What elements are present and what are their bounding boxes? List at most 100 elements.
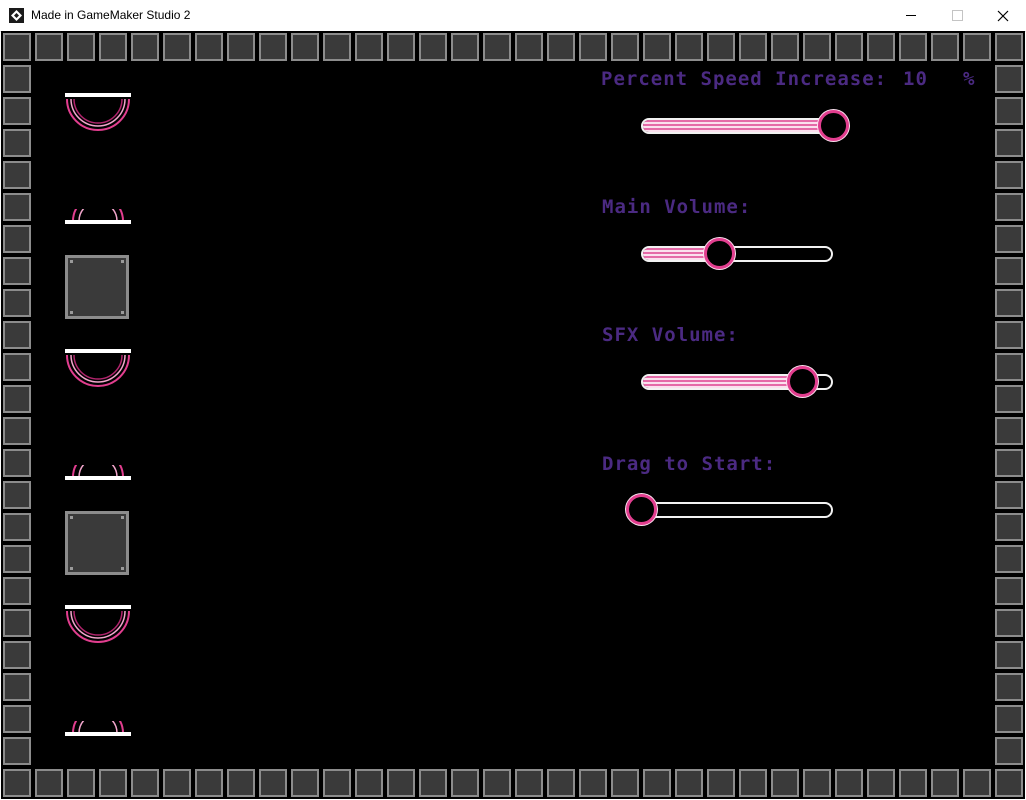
wall-brick xyxy=(259,33,287,61)
game-viewport[interactable]: Percent Speed Increase: 10 % Main Volume… xyxy=(1,31,1025,799)
wall-brick xyxy=(995,449,1023,477)
wall-brick xyxy=(899,769,927,797)
wall-brick xyxy=(3,449,31,477)
speed-slider-track[interactable] xyxy=(641,118,833,134)
play-field[interactable] xyxy=(33,63,993,767)
wall-brick xyxy=(3,129,31,157)
wall-brick xyxy=(771,769,799,797)
wall-brick xyxy=(131,769,159,797)
minimize-icon xyxy=(906,15,916,16)
minimize-button[interactable] xyxy=(888,0,934,31)
wall-brick xyxy=(387,33,415,61)
rivet xyxy=(70,260,73,263)
wall-brick xyxy=(835,769,863,797)
wall-brick xyxy=(483,33,511,61)
wall-brick xyxy=(3,193,31,221)
speed-increase-label: Percent Speed Increase: xyxy=(601,68,888,90)
crate-sprite xyxy=(65,255,129,319)
wall-brick xyxy=(3,225,31,253)
wall-brick xyxy=(707,33,735,61)
drag-to-start-label: Drag to Start: xyxy=(602,453,777,475)
sfx-volume-slider-fill xyxy=(643,376,801,388)
wall-brick xyxy=(675,769,703,797)
wall-brick xyxy=(323,33,351,61)
main-volume-slider-knob[interactable] xyxy=(704,238,736,269)
wall-brick xyxy=(3,769,31,797)
wall-brick xyxy=(867,33,895,61)
wall-brick xyxy=(995,33,1023,61)
start-slider-knob[interactable] xyxy=(625,494,657,525)
rivet xyxy=(121,567,124,570)
wall-brick xyxy=(995,673,1023,701)
window-title: Made in GameMaker Studio 2 xyxy=(31,8,191,22)
wall-brick xyxy=(3,353,31,381)
wall-brick xyxy=(867,769,895,797)
maximize-button[interactable] xyxy=(934,0,980,31)
wall-brick xyxy=(3,737,31,765)
close-button[interactable] xyxy=(980,0,1026,31)
wall-brick xyxy=(99,769,127,797)
speed-increase-unit: % xyxy=(963,68,976,90)
wall-brick xyxy=(3,65,31,93)
wall-brick xyxy=(3,513,31,541)
rivet xyxy=(121,260,124,263)
wall-brick xyxy=(3,545,31,573)
speed-increase-value: 10 xyxy=(903,68,928,90)
wall-brick xyxy=(3,673,31,701)
wall-brick xyxy=(451,769,479,797)
wall-brick xyxy=(3,321,31,349)
wall-brick xyxy=(995,577,1023,605)
sfx-volume-slider-knob[interactable] xyxy=(786,366,818,397)
wall-brick xyxy=(483,769,511,797)
wall-brick xyxy=(547,33,575,61)
wall-brick xyxy=(451,33,479,61)
start-slider-track[interactable] xyxy=(641,502,833,518)
wall-brick xyxy=(515,769,543,797)
wall-brick xyxy=(419,769,447,797)
wall-brick xyxy=(995,353,1023,381)
wall-brick xyxy=(995,193,1023,221)
wall-brick xyxy=(3,705,31,733)
half-dish-sprite xyxy=(65,465,131,480)
wall-brick xyxy=(739,33,767,61)
dish-sprite xyxy=(65,93,131,131)
sfx-volume-label: SFX Volume: xyxy=(602,324,739,346)
wall-brick xyxy=(163,33,191,61)
wall-brick xyxy=(227,769,255,797)
wall-brick xyxy=(195,33,223,61)
wall-brick xyxy=(675,33,703,61)
wall-brick xyxy=(995,417,1023,445)
wall-brick xyxy=(995,705,1023,733)
wall-brick xyxy=(739,769,767,797)
wall-brick xyxy=(3,417,31,445)
wall-brick xyxy=(163,769,191,797)
maximize-icon xyxy=(951,10,963,21)
wall-brick xyxy=(995,545,1023,573)
wall-brick xyxy=(835,33,863,61)
rivet xyxy=(121,311,124,314)
speed-slider-fill xyxy=(643,120,831,132)
wall-brick xyxy=(67,33,95,61)
main-volume-slider-track[interactable] xyxy=(641,246,833,262)
wall-brick xyxy=(195,769,223,797)
wall-brick xyxy=(3,641,31,669)
wall-brick xyxy=(995,289,1023,317)
wall-brick xyxy=(515,33,543,61)
wall-brick xyxy=(963,33,991,61)
wall-brick xyxy=(291,33,319,61)
close-icon xyxy=(997,10,1009,21)
wall-brick xyxy=(707,769,735,797)
wall-brick xyxy=(547,769,575,797)
wall-brick xyxy=(995,65,1023,93)
wall-brick xyxy=(3,577,31,605)
wall-brick xyxy=(995,257,1023,285)
wall-brick xyxy=(419,33,447,61)
wall-brick xyxy=(291,769,319,797)
wall-brick xyxy=(995,737,1023,765)
rivet xyxy=(121,516,124,519)
speed-slider-knob[interactable] xyxy=(817,110,849,141)
half-dish-sprite xyxy=(65,721,131,736)
wall-brick xyxy=(3,385,31,413)
wall-brick xyxy=(355,33,383,61)
dish-sprite xyxy=(65,349,131,387)
